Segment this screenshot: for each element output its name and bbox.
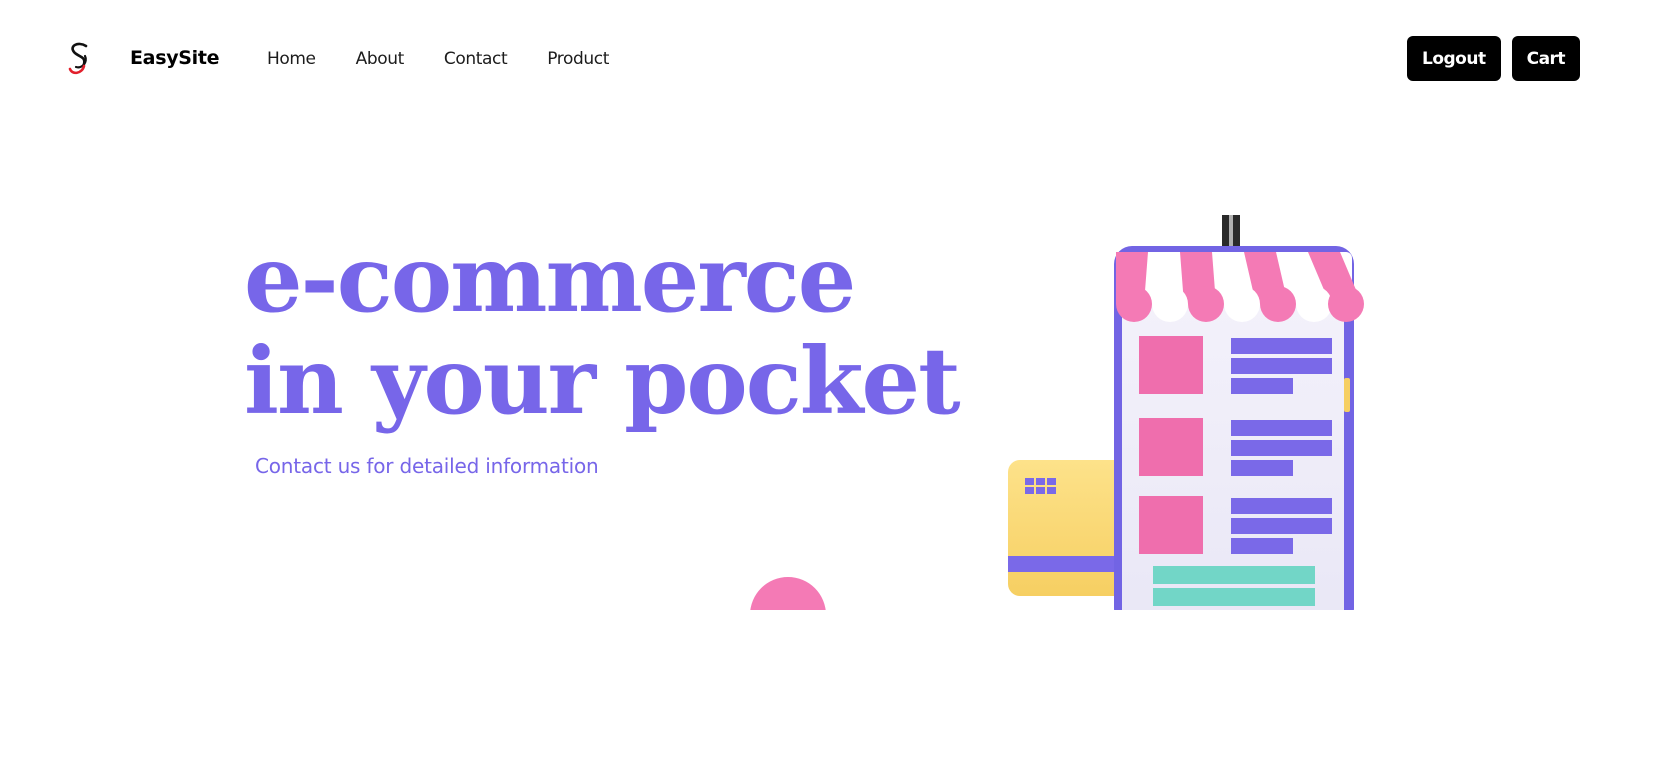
nav-link-product[interactable]: Product — [547, 49, 609, 69]
pink-circle-decoration — [750, 577, 826, 610]
cart-button[interactable]: Cart — [1511, 36, 1581, 81]
nav-link-contact[interactable]: Contact — [444, 49, 508, 69]
nav-link-home[interactable]: Home — [267, 49, 316, 69]
hero-subtitle: Contact us for detailed information — [255, 454, 599, 478]
navbar: EasySite Home About Contact Product Logo… — [0, 0, 1678, 120]
logout-button[interactable]: Logout — [1407, 36, 1501, 81]
brand-name[interactable]: EasySite — [130, 47, 220, 69]
nav-link-about[interactable]: About — [356, 49, 405, 69]
main-nav: Home About Contact Product — [267, 49, 649, 69]
mobile-shop-illustration-icon — [750, 215, 1364, 610]
page: EasySite Home About Contact Product Logo… — [0, 0, 1678, 761]
nav-actions: Logout Cart — [1407, 36, 1581, 81]
easysite-logo-icon[interactable] — [66, 42, 92, 76]
